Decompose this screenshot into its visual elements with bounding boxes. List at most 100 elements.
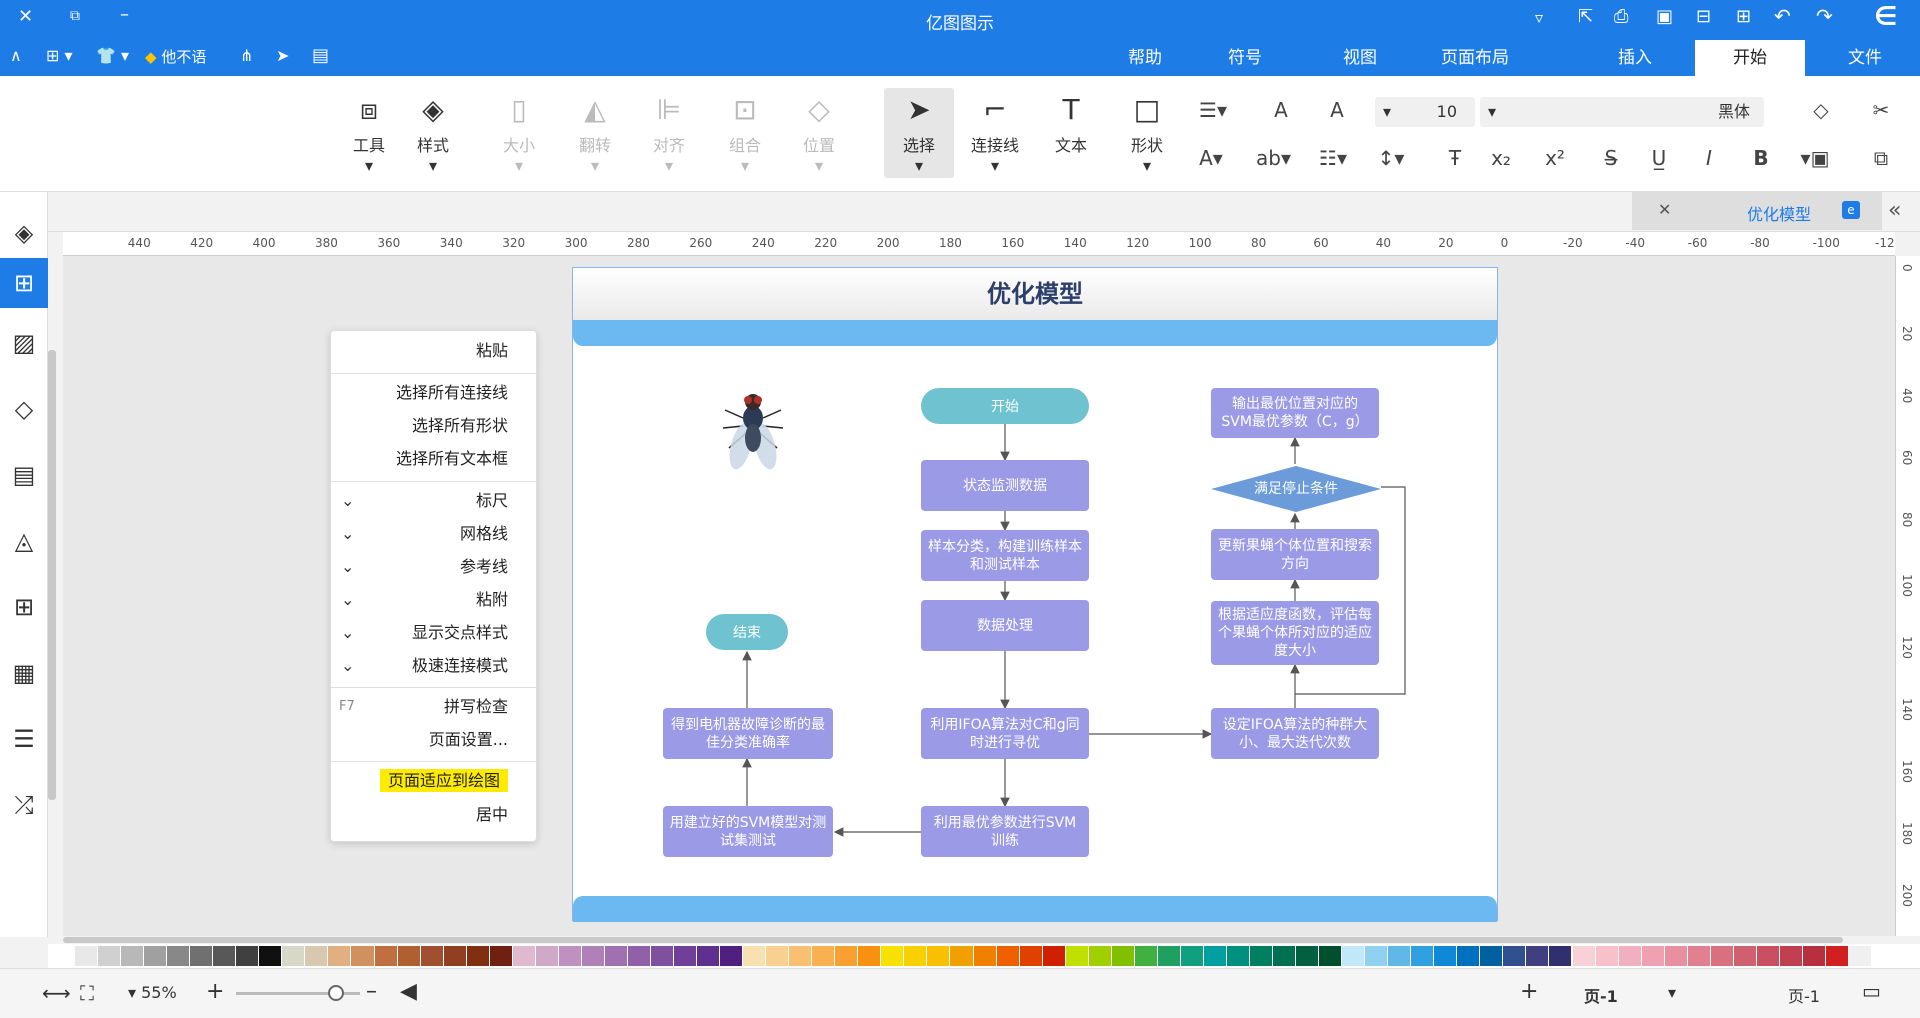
color-swatch[interactable] — [743, 946, 766, 966]
play-icon[interactable]: ◀ — [400, 979, 417, 1004]
italic-icon[interactable]: I — [1694, 146, 1724, 170]
flow-node-update-position[interactable]: 更新果蝇个体位置和搜索方向 — [1211, 529, 1379, 580]
position-button[interactable]: ◇ 位置 ▾ — [784, 88, 854, 178]
flow-node-monitoring-data[interactable]: 状态监测数据 — [921, 460, 1089, 511]
color-swatch[interactable] — [1319, 946, 1342, 966]
color-swatch[interactable] — [1503, 946, 1526, 966]
fullscreen-icon[interactable]: ⛶ — [80, 981, 94, 1005]
color-swatch[interactable] — [1526, 946, 1549, 966]
color-swatch[interactable] — [282, 946, 305, 966]
close-tab-icon[interactable]: ✕ — [1658, 200, 1671, 219]
shrink-font-icon[interactable]: A — [1266, 98, 1296, 122]
redo-icon[interactable]: ↷ — [1816, 4, 1833, 28]
color-swatch[interactable] — [1733, 946, 1756, 966]
send-icon[interactable]: ➤ — [276, 46, 289, 65]
size-button[interactable]: ▯ 大小 ▾ — [484, 88, 554, 178]
menu-item-guides[interactable]: ⌄ 参考线 — [331, 551, 538, 583]
bold-icon[interactable]: B — [1746, 146, 1776, 170]
add-page-icon[interactable]: + — [1520, 979, 1538, 1004]
color-swatch[interactable] — [1848, 946, 1871, 966]
page-icon[interactable]: ▤ — [0, 450, 48, 500]
menu-item-spellcheck[interactable]: F7 拼写检查 — [331, 691, 538, 723]
color-swatch[interactable] — [973, 946, 996, 966]
color-swatch[interactable] — [1480, 946, 1503, 966]
color-swatch[interactable] — [835, 946, 858, 966]
tab-insert[interactable]: 插入 — [1580, 40, 1690, 76]
color-swatch[interactable] — [1111, 946, 1134, 966]
color-swatch[interactable] — [420, 946, 443, 966]
shape-button[interactable]: □ 形状 ▾ — [1112, 88, 1182, 178]
color-swatch[interactable] — [1249, 946, 1272, 966]
strikethrough-icon[interactable]: S̶ — [1596, 146, 1626, 170]
tab-file[interactable]: 文件 — [1810, 40, 1920, 76]
color-swatch[interactable] — [121, 946, 144, 966]
line-spacing-icon[interactable]: ↕▾ — [1376, 146, 1406, 170]
color-swatch[interactable] — [927, 946, 950, 966]
color-swatch[interactable] — [558, 946, 581, 966]
tools-button[interactable]: ⧈ 工具 ▾ — [334, 88, 404, 178]
zoom-in-icon[interactable]: + — [206, 979, 224, 1004]
subscript-icon[interactable]: x₂ — [1486, 146, 1516, 170]
color-swatch[interactable] — [98, 946, 121, 966]
menu-item-select-connectors[interactable]: 选择所有连接线 — [331, 377, 538, 409]
font-name-select[interactable]: ▾ 黑体 — [1480, 97, 1764, 127]
superscript-icon[interactable]: x² — [1540, 146, 1570, 170]
save-icon[interactable]: ▣ — [1656, 6, 1673, 27]
color-swatch[interactable] — [1019, 946, 1042, 966]
color-swatch[interactable] — [512, 946, 535, 966]
menu-item-grid[interactable]: ⌄ 网格线 — [331, 518, 538, 550]
color-swatch[interactable] — [1549, 946, 1572, 966]
flow-node-svm-test[interactable]: 用建立好的SVM模型对测试集测试 — [663, 806, 833, 857]
color-swatch[interactable] — [75, 946, 98, 966]
color-swatch[interactable] — [720, 946, 743, 966]
page-tab-active[interactable]: 页-1 — [1584, 983, 1618, 1007]
list-icon[interactable]: ☷▾ — [1318, 146, 1348, 170]
color-swatch[interactable] — [1687, 946, 1710, 966]
tab-symbols[interactable]: 符号 — [1190, 40, 1300, 76]
color-swatch[interactable] — [1779, 946, 1802, 966]
color-swatch[interactable] — [1434, 946, 1457, 966]
color-swatch[interactable] — [1065, 946, 1088, 966]
color-swatch[interactable] — [1180, 946, 1203, 966]
color-swatch[interactable] — [604, 946, 627, 966]
diagram-page[interactable]: 优化模型 开始 状态监测数据 样本分类，构建训练样本和测试样本 数据处理 利用I… — [572, 267, 1498, 922]
color-swatch[interactable] — [950, 946, 973, 966]
color-swatch[interactable] — [1365, 946, 1388, 966]
color-swatch[interactable] — [1203, 946, 1226, 966]
color-swatch[interactable] — [236, 946, 259, 966]
vertical-scrollbar[interactable] — [48, 350, 56, 800]
flow-node-svm-train[interactable]: 利用最优参数进行SVM训练 — [921, 806, 1089, 857]
undo-icon[interactable]: ↶ — [1774, 4, 1791, 28]
table-icon[interactable]: ⊞ — [0, 582, 48, 632]
color-swatch[interactable] — [144, 946, 167, 966]
color-swatch[interactable] — [858, 946, 881, 966]
menu-item-paste[interactable]: 粘贴 — [331, 335, 538, 367]
copy-icon[interactable]: ⧉ — [1866, 146, 1896, 170]
flow-node-accuracy[interactable]: 得到电机器故障诊断的最佳分类准确率 — [663, 708, 833, 759]
fit-width-icon[interactable]: ⟷ — [42, 981, 71, 1005]
color-swatch[interactable] — [1042, 946, 1065, 966]
color-swatch[interactable] — [766, 946, 789, 966]
print-icon[interactable]: ⎙ — [1614, 6, 1628, 27]
color-swatch[interactable] — [489, 946, 512, 966]
highlight-icon[interactable]: ab▾ — [1256, 146, 1291, 170]
collapse-ribbon-icon[interactable]: ∧ — [10, 46, 22, 65]
apps-icon[interactable]: ⊞ ▾ — [46, 46, 73, 65]
color-swatch[interactable] — [1157, 946, 1180, 966]
flow-node-sample-classify[interactable]: 样本分类，构建训练样本和测试样本 — [921, 530, 1089, 581]
minimize-icon[interactable]: – — [120, 4, 129, 25]
color-swatch[interactable] — [1273, 946, 1296, 966]
menu-item-snap[interactable]: ⌄ 粘附 — [331, 584, 538, 616]
image-icon[interactable]: ▨ — [0, 318, 48, 368]
open-icon[interactable]: ⊟ — [1696, 6, 1711, 27]
align-button[interactable]: ⊫ 对齐 ▾ — [634, 88, 704, 178]
menu-item-page-setup[interactable]: 页面设置... — [331, 724, 538, 756]
color-swatch[interactable] — [1342, 946, 1365, 966]
color-swatch[interactable] — [259, 946, 282, 966]
horizontal-scrollbar[interactable] — [63, 936, 1895, 944]
document-tab[interactable]: ✕ 优化模型 e — [1632, 192, 1882, 230]
dropdown-icon[interactable]: ▿ — [1535, 8, 1543, 27]
menu-item-ruler[interactable]: ⌄ 标尺 — [331, 485, 538, 517]
color-swatch[interactable] — [305, 946, 328, 966]
color-swatch[interactable] — [466, 946, 489, 966]
